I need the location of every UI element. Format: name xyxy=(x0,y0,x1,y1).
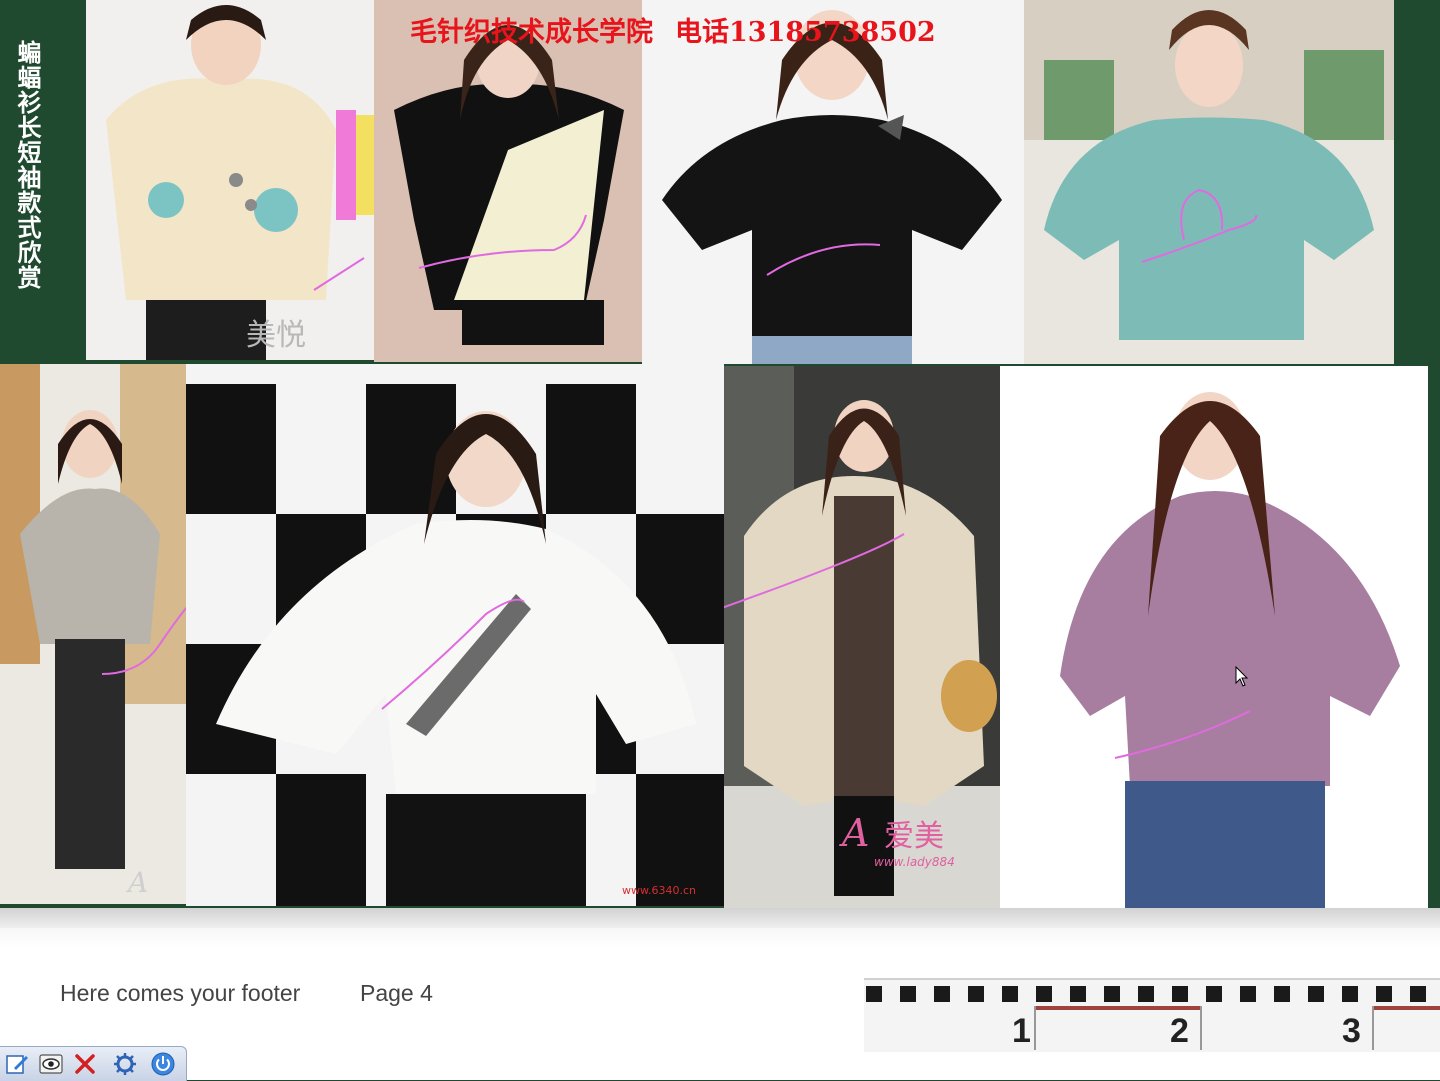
ruler-ticks xyxy=(866,986,1426,1002)
slide-banner: 毛针织技术成长学院 电话13185738502 xyxy=(410,10,1010,49)
photo-lavender-batwing xyxy=(1000,366,1428,908)
watermark-meiyue: 美悦 xyxy=(246,318,306,353)
ruler-number-3: 3 xyxy=(1342,1012,1361,1050)
photo-cable-cardigan: A 爱美 www.lady884 xyxy=(724,366,1000,908)
power-icon[interactable] xyxy=(150,1051,176,1077)
banner-phone: 电话13185738502 xyxy=(675,17,936,48)
banner-school: 毛针织技术成长学院 xyxy=(410,17,653,48)
eye-icon[interactable] xyxy=(38,1051,64,1077)
ruler-number-1: 1 xyxy=(1012,1012,1031,1050)
watermark-aimei: 爱美 xyxy=(884,819,944,854)
presentation-toolbar xyxy=(0,1046,187,1081)
photo-mint-knit xyxy=(1024,0,1394,364)
watermark-6340: www.6340.cn xyxy=(622,884,696,897)
photo-owl-cardigan: 美悦 xyxy=(86,0,376,360)
footer-page-number: Page 4 xyxy=(360,980,433,1006)
slide-vertical-title: 蝙蝠衫长短袖款式欣赏 xyxy=(13,40,42,290)
photo-white-batwing-checker: www.6340.cn xyxy=(186,364,724,906)
tools-icon[interactable] xyxy=(112,1051,138,1077)
close-icon[interactable] xyxy=(72,1051,98,1077)
photo-black-cream-top xyxy=(374,0,642,362)
ruler-number-2: 2 xyxy=(1170,1012,1189,1050)
mouse-cursor-icon xyxy=(1235,666,1249,687)
edit-icon[interactable] xyxy=(4,1051,30,1077)
watermark-lady884: www.lady884 xyxy=(874,855,955,869)
svg-text:A: A xyxy=(839,811,869,855)
photo-grey-sweater: A xyxy=(0,364,186,904)
slide-canvas: 蝙蝠衫长短袖款式欣赏 美悦 A www.6340.cn A 爱美 www.lad… xyxy=(0,0,1440,910)
photo-black-batwing xyxy=(642,0,1024,364)
svg-text:A: A xyxy=(125,866,148,899)
footer-text: Here comes your footer xyxy=(60,980,301,1006)
ruler-graphic: 1 2 3 xyxy=(864,978,1440,1052)
